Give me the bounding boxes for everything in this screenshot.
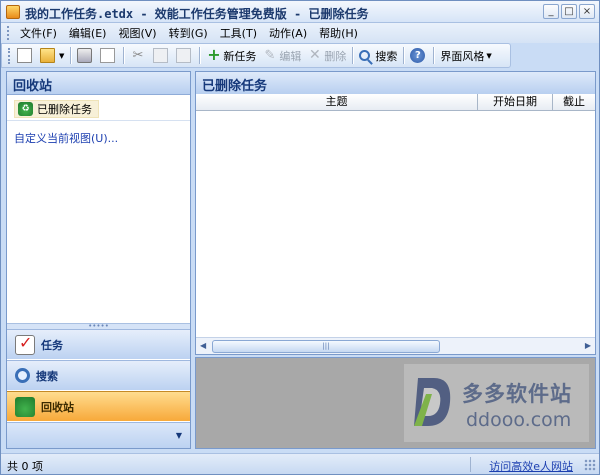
edit-button[interactable]: ✎ 编辑 — [259, 45, 304, 66]
copy-icon — [153, 48, 169, 63]
toolbar-grip-handle[interactable] — [8, 47, 11, 64]
window-controls: _ □ × — [543, 4, 595, 19]
maximize-button[interactable]: □ — [561, 4, 577, 19]
toolbar: ▼ ✂ + 新任务 ✎ 编辑 ✕ 删除 搜索 ? 界面风格 ▼ — [1, 43, 511, 68]
chevron-down-icon[interactable]: ▼ — [176, 431, 182, 440]
recycle-icon — [15, 396, 35, 417]
theme-dropdown[interactable]: 界面风格 ▼ — [437, 45, 494, 66]
task-list-title: 已删除任务 — [196, 72, 595, 94]
recycle-icon: ♻ — [18, 102, 33, 116]
window-title: 我的工作任务.etdx - 效能工作任务管理免费版 - 已删除任务 — [25, 7, 369, 21]
menu-file[interactable]: 文件(F) — [14, 25, 63, 41]
new-task-button[interactable]: + 新任务 — [203, 45, 259, 66]
menu-action[interactable]: 动作(A) — [263, 25, 313, 41]
help-button[interactable]: ? — [407, 45, 430, 66]
search-icon — [359, 50, 371, 61]
open-file-button[interactable]: ▼ — [37, 45, 67, 66]
chevron-down-icon: ▼ — [486, 51, 492, 60]
chevron-down-icon: ▼ — [59, 51, 65, 60]
scroll-right-icon[interactable]: ▶ — [585, 341, 591, 350]
plus-icon: + — [207, 45, 221, 64]
theme-label: 界面风格 — [440, 49, 485, 63]
divider — [7, 120, 190, 121]
watermark-logo-icon — [414, 378, 451, 426]
nav-button-label: 搜索 — [36, 369, 58, 383]
nav-button-recycle-bin[interactable]: 回收站 — [7, 391, 190, 421]
toolbar-separator — [433, 47, 435, 64]
title-bar: 我的工作任务.etdx - 效能工作任务管理免费版 - 已删除任务 _ □ × — [1, 1, 599, 23]
cut-button[interactable]: ✂ — [127, 45, 150, 66]
new-task-label: 新任务 — [223, 49, 257, 63]
toolbar-separator — [403, 47, 405, 64]
horizontal-scrollbar[interactable]: ◀ ||| ▶ — [196, 337, 595, 354]
menu-tools[interactable]: 工具(T) — [214, 25, 263, 41]
nav-button-tasks[interactable]: 任务 — [7, 329, 190, 359]
app-window: 我的工作任务.etdx - 效能工作任务管理免费版 - 已删除任务 _ □ × … — [0, 0, 600, 475]
scroll-left-icon[interactable]: ◀ — [200, 341, 206, 350]
navigation-pane-title: 回收站 — [7, 72, 190, 95]
reading-pane: 多多软件站 ddooo.com — [195, 357, 596, 449]
close-button[interactable]: × — [579, 4, 595, 19]
print-preview-icon — [100, 48, 116, 63]
help-icon: ? — [410, 48, 426, 63]
menu-help[interactable]: 帮助(H) — [313, 25, 364, 41]
toolbar-separator — [352, 47, 354, 64]
delete-label: 删除 — [324, 49, 347, 63]
new-file-button[interactable] — [14, 45, 37, 66]
website-link[interactable]: 访问高效e人网站 — [489, 458, 573, 474]
print-button[interactable] — [74, 45, 97, 66]
status-bar: 共 0 项 访问高效e人网站 — [1, 453, 599, 474]
minimize-button[interactable]: _ — [543, 4, 559, 19]
new-file-icon — [17, 48, 32, 63]
status-separator — [470, 457, 471, 472]
print-preview-button[interactable] — [97, 45, 120, 66]
resize-grip-icon[interactable] — [584, 459, 596, 471]
delete-button[interactable]: ✕ 删除 — [304, 45, 349, 66]
column-header-row: 主题 开始日期 截止 — [196, 94, 595, 111]
app-icon — [6, 5, 20, 19]
printer-icon — [77, 48, 93, 63]
toolbar-separator — [199, 47, 201, 64]
menu-grip-handle[interactable] — [7, 26, 10, 40]
search-button[interactable]: 搜索 — [356, 45, 400, 66]
paste-button[interactable] — [173, 45, 196, 66]
pencil-icon: ✎ — [264, 48, 276, 63]
nav-button-search[interactable]: 搜索 — [7, 360, 190, 390]
task-list-pane: 已删除任务 主题 开始日期 截止 ◀ ||| ▶ — [195, 71, 596, 355]
item-count: 共 0 项 — [7, 460, 43, 473]
nav-button-label: 回收站 — [41, 400, 74, 414]
navigation-pane: 回收站 ♻ 已删除任务 自定义当前视图(U)... ••••• 任务 搜索 回收… — [6, 71, 191, 449]
task-icon — [15, 333, 35, 355]
column-header-subject[interactable]: 主题 — [196, 94, 478, 110]
nav-button-label: 任务 — [41, 338, 63, 352]
watermark-url: ddooo.com — [466, 409, 572, 431]
menu-edit[interactable]: 编辑(E) — [63, 25, 113, 41]
copy-button[interactable] — [150, 45, 173, 66]
watermark-text: 多多软件站 — [462, 382, 572, 406]
menu-goto[interactable]: 转到(G) — [163, 25, 214, 41]
toolbar-separator — [123, 47, 125, 64]
menu-view[interactable]: 视图(V) — [112, 25, 162, 41]
column-header-due[interactable]: 截止 — [553, 94, 595, 110]
menu-bar: 文件(F) 编辑(E) 视图(V) 转到(G) 工具(T) 动作(A) 帮助(H… — [1, 23, 599, 43]
folder-item-label: 已删除任务 — [37, 103, 92, 116]
search-label: 搜索 — [375, 49, 398, 63]
nav-footer: ▼ — [7, 422, 190, 448]
delete-x-icon: ✕ — [309, 47, 321, 63]
edit-label: 编辑 — [279, 49, 302, 63]
open-folder-icon — [40, 48, 55, 63]
scrollbar-thumb[interactable]: ||| — [212, 340, 440, 353]
search-icon — [15, 368, 30, 383]
watermark: 多多软件站 ddooo.com — [404, 364, 589, 442]
toolbar-separator — [70, 47, 72, 64]
scissors-icon: ✂ — [132, 48, 144, 63]
customize-view-link[interactable]: 自定义当前视图(U)... — [14, 130, 118, 146]
column-header-start-date[interactable]: 开始日期 — [478, 94, 553, 110]
folder-item-deleted-tasks[interactable]: ♻ 已删除任务 — [14, 100, 99, 118]
paste-icon — [176, 48, 192, 63]
